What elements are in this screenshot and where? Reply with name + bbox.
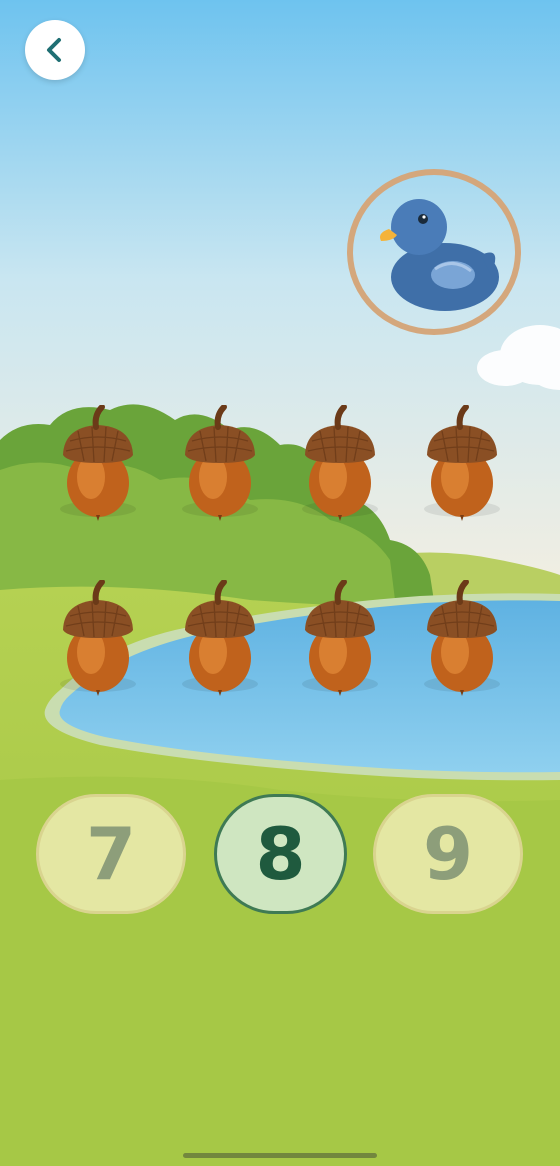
game-scene: 7 8 9 — [0, 0, 560, 1166]
answer-option-9[interactable]: 9 — [373, 794, 523, 914]
acorn-icon — [422, 405, 502, 523]
back-button[interactable] — [25, 20, 85, 80]
acorn-icon — [422, 580, 502, 698]
answer-option-8[interactable]: 8 — [214, 794, 347, 914]
duck-icon — [380, 199, 499, 311]
acorn-icon — [300, 405, 380, 523]
chevron-left-icon — [47, 38, 61, 62]
acorn-icon — [180, 405, 260, 523]
acorn-icon — [58, 580, 138, 698]
answer-option-7[interactable]: 7 — [36, 794, 186, 914]
home-indicator — [183, 1153, 377, 1158]
acorn-icon — [58, 405, 138, 523]
acorn-icon — [300, 580, 380, 698]
target-item-badge — [347, 169, 521, 335]
acorn-icon — [180, 580, 260, 698]
